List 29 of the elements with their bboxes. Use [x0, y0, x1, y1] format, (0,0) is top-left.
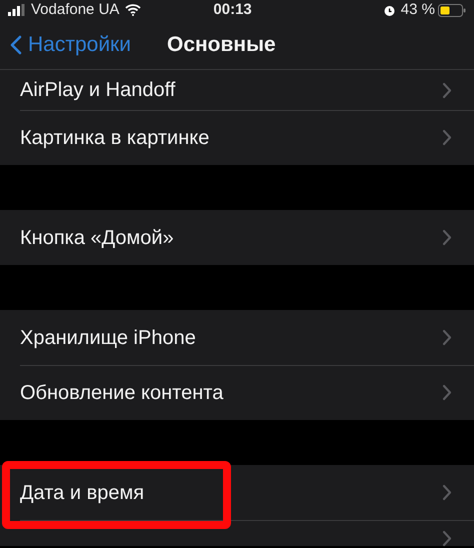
settings-row[interactable]: Обновление контента	[0, 365, 474, 420]
chevron-icon	[442, 229, 452, 246]
status-time: 00:13	[213, 0, 252, 20]
back-button[interactable]: Настройки	[10, 28, 131, 60]
row-label: Картинка в картинке	[20, 126, 210, 150]
settings-row[interactable]: AirPlay и Handoff	[0, 70, 474, 110]
chevron-icon	[442, 384, 452, 401]
row-label: Кнопка «Домой»	[20, 226, 175, 250]
chevron-icon	[442, 530, 452, 547]
row-label: Обновление контента	[20, 380, 224, 406]
chevron-icon	[442, 484, 452, 501]
settings-row[interactable]: Хранилище iPhone	[0, 310, 474, 365]
row-label: Дата и время	[20, 480, 146, 506]
back-icon	[10, 34, 22, 54]
settings-row[interactable]: Дата и время	[0, 465, 474, 520]
chevron-icon	[442, 129, 452, 146]
carrier-name: Vodafone UA	[31, 0, 120, 20]
chevron-icon	[442, 82, 452, 98]
wifi-icon	[125, 4, 142, 16]
alarm-icon	[382, 4, 396, 16]
row-label: AirPlay и Handoff	[20, 78, 176, 103]
battery-icon	[438, 4, 466, 16]
row-label: Хранилище iPhone	[20, 326, 197, 350]
settings-row[interactable]: Кнопка «Домой»	[0, 210, 474, 265]
settings-row[interactable]: Картинка в картинке	[0, 110, 474, 165]
page-title: Основные	[166, 32, 276, 58]
chevron-icon	[442, 329, 452, 346]
battery-percent: 43 %	[400, 0, 435, 20]
signal-icon	[8, 4, 26, 16]
